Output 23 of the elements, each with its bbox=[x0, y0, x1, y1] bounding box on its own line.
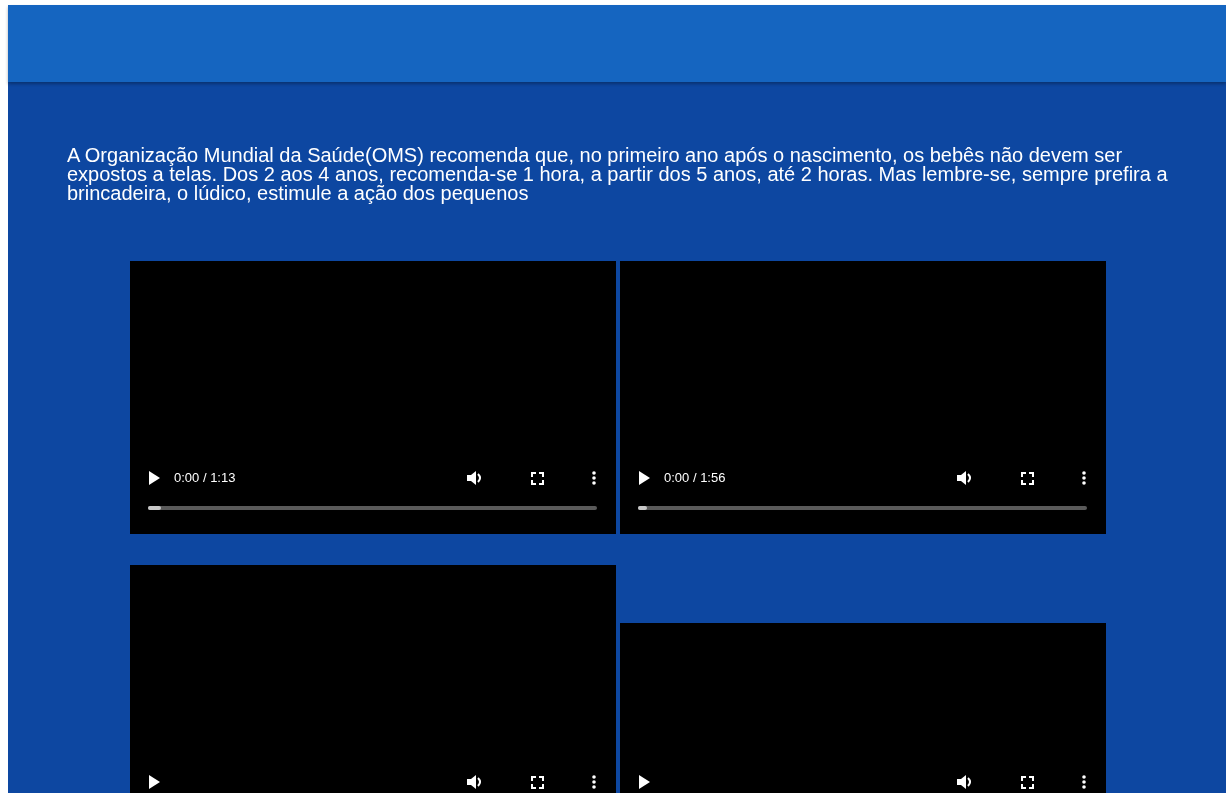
fullscreen-icon[interactable] bbox=[1021, 775, 1034, 789]
more-icon[interactable] bbox=[592, 775, 596, 789]
volume-icon[interactable] bbox=[957, 775, 973, 789]
more-icon[interactable] bbox=[592, 471, 596, 485]
play-icon[interactable] bbox=[148, 775, 160, 789]
play-icon[interactable] bbox=[148, 471, 160, 485]
video-player[interactable]: 0:00 / 1:13 bbox=[130, 261, 616, 534]
fullscreen-icon[interactable] bbox=[531, 775, 544, 789]
time-label: 0:00 / 1:13 bbox=[174, 469, 236, 488]
video-player[interactable]: 0:00 / 1:56 bbox=[620, 261, 1106, 534]
play-icon[interactable] bbox=[638, 775, 650, 789]
fullscreen-icon[interactable] bbox=[1021, 471, 1034, 485]
fullscreen-icon[interactable] bbox=[531, 471, 544, 485]
time-label: 0:00 / 1:56 bbox=[664, 469, 726, 488]
more-icon[interactable] bbox=[1082, 775, 1086, 789]
volume-icon[interactable] bbox=[957, 471, 973, 485]
play-icon[interactable] bbox=[638, 471, 650, 485]
volume-icon[interactable] bbox=[467, 471, 483, 485]
volume-icon[interactable] bbox=[467, 775, 483, 789]
more-icon[interactable] bbox=[1082, 471, 1086, 485]
progress-track[interactable] bbox=[638, 506, 1087, 510]
progress-track[interactable] bbox=[148, 506, 597, 510]
intro-text: A Organização Mundial da Saúde(OMS) recomenda que, no primeiro ano após o nascimento, os bebês não devem ser expostos a telas. Dos 2 aos 4 anos, recomenda-se 1 hora, a partir dos 5 anos, até 2 horas. Mas lembre-se, sempre prefira a brincadeira, o lúdico, estimule a ação dos pequenos bbox=[66, 146, 1169, 203]
